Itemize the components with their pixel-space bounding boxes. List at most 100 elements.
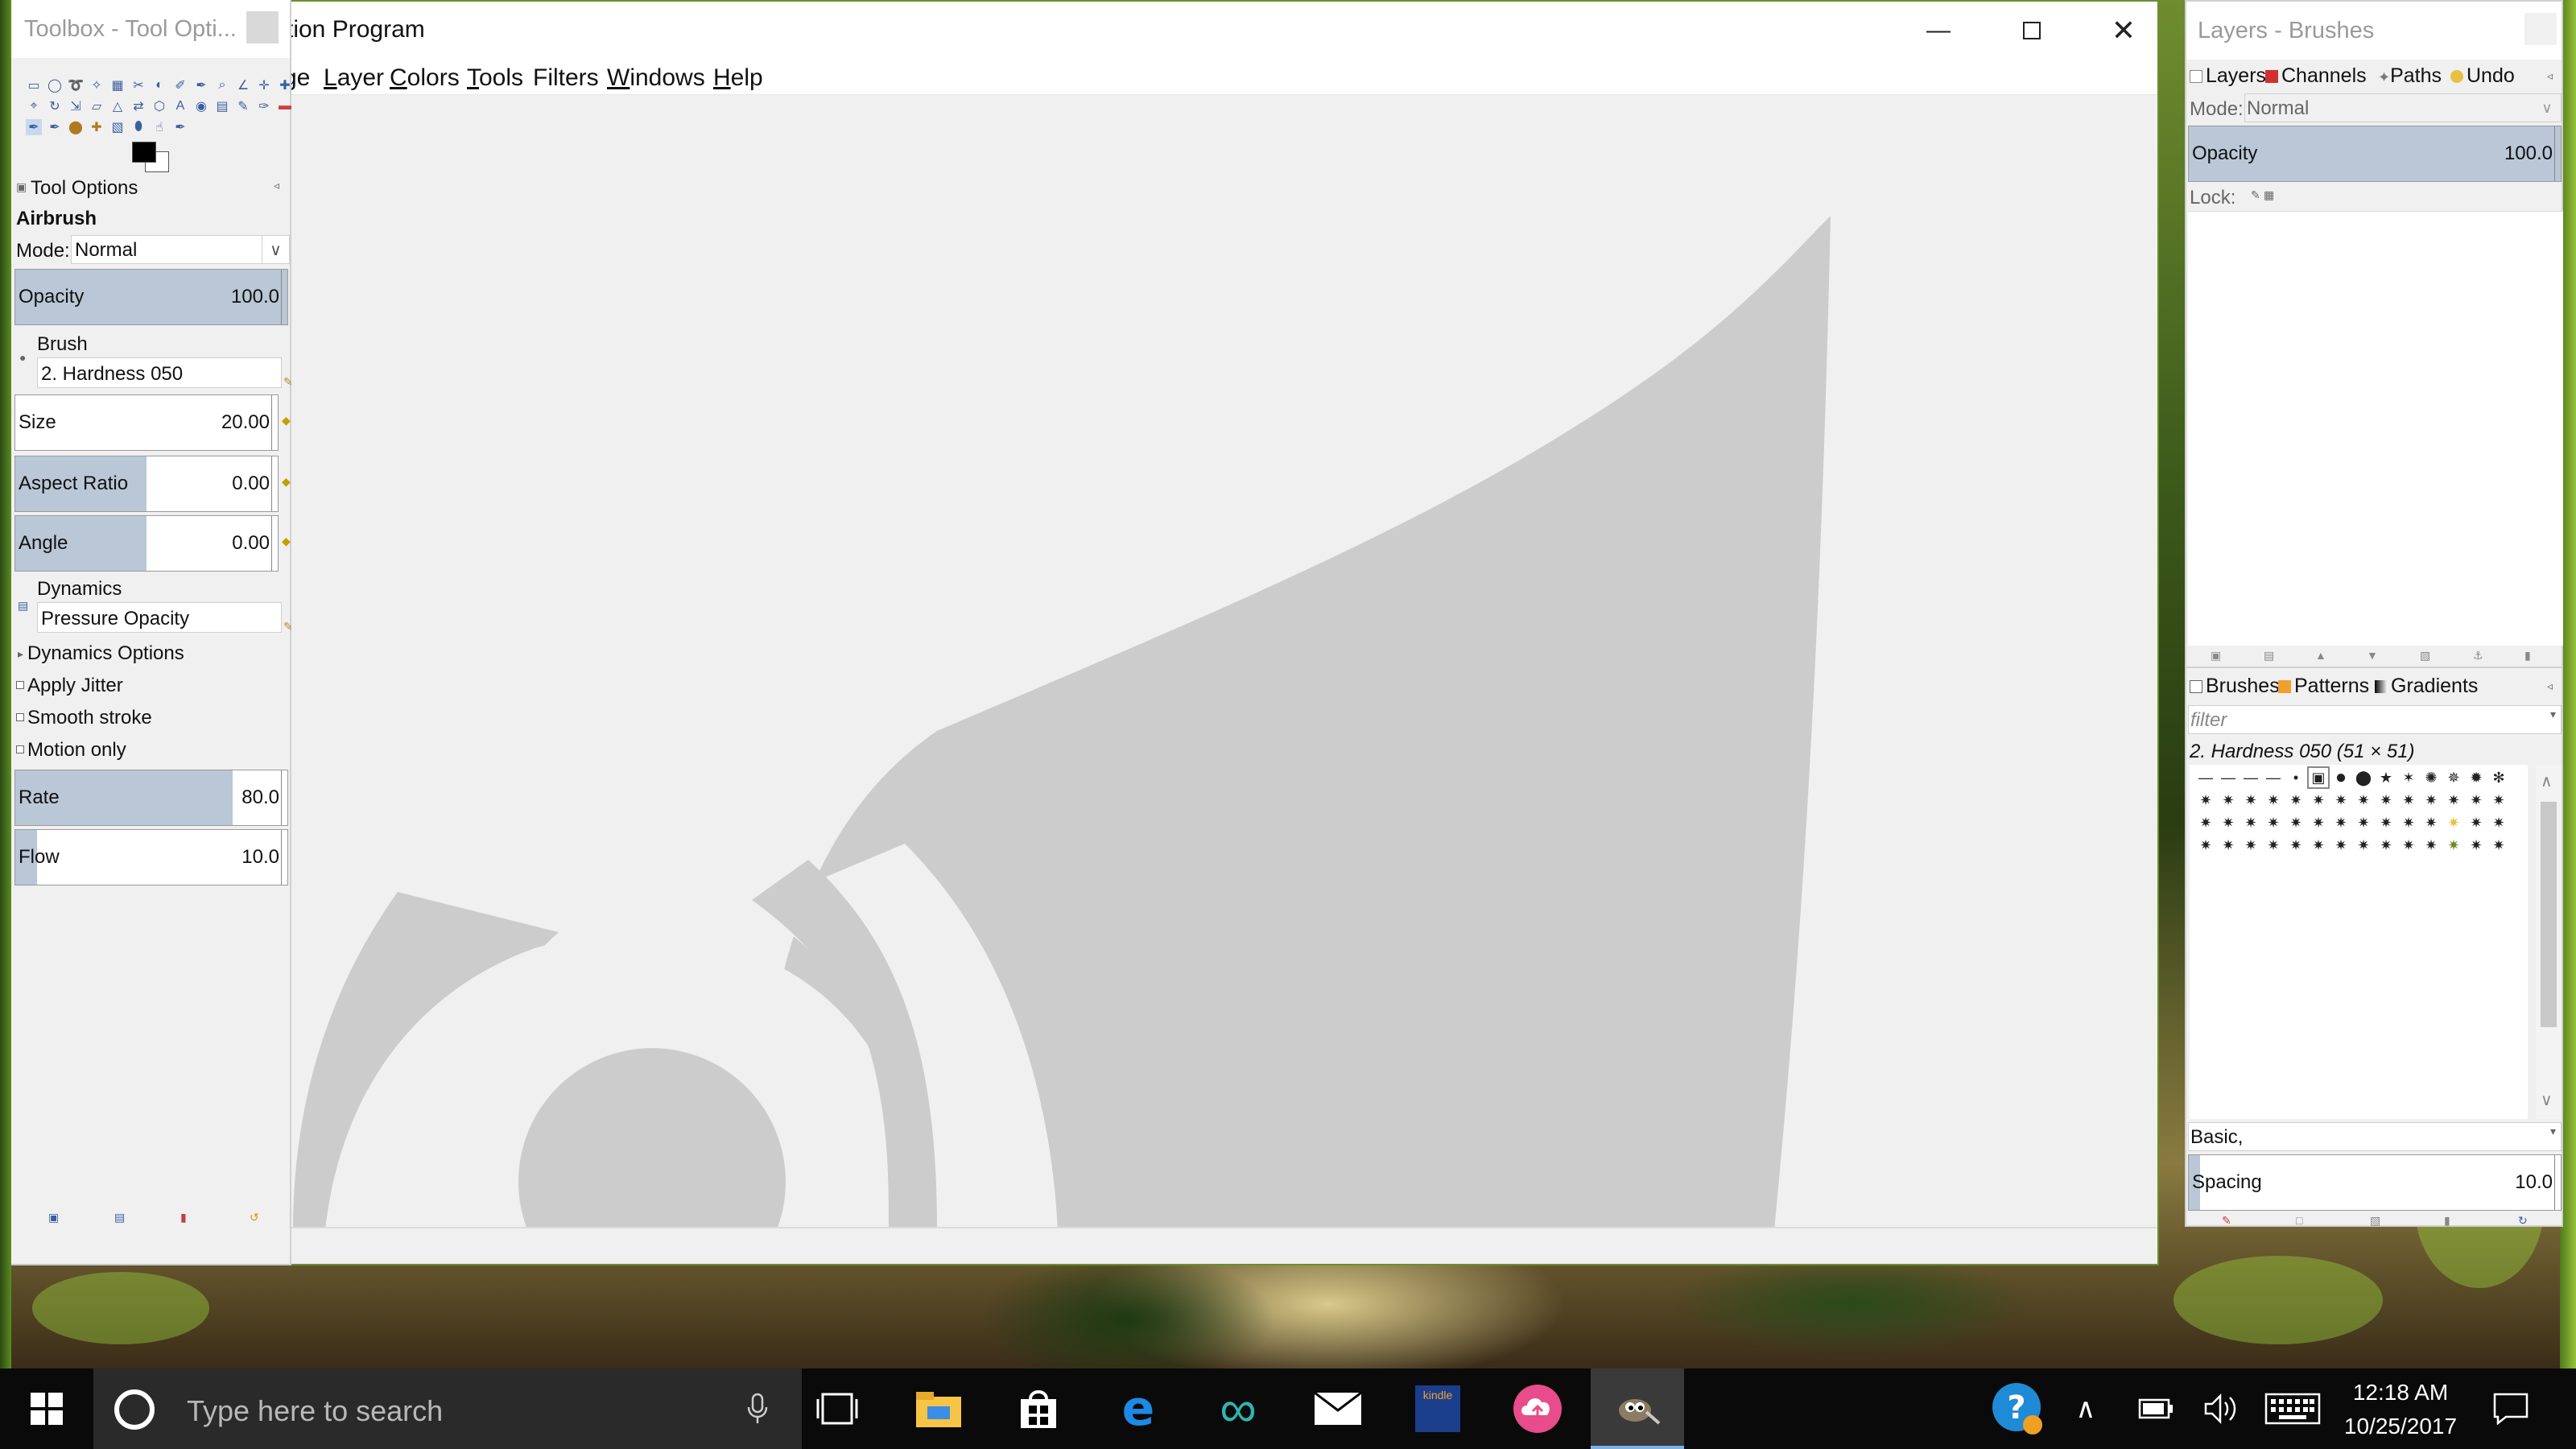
brush-thumbnail[interactable]: ● [2331, 766, 2351, 788]
chevron-down-icon[interactable]: ∨ [2541, 1090, 2553, 1110]
brush-thumbnail[interactable]: ✷ [2219, 791, 2238, 810]
brush-thumbnail[interactable]: ✻ [2489, 768, 2508, 787]
smooth-stroke-checkbox[interactable] [16, 713, 24, 721]
menu-layer[interactable]: Layer [324, 64, 384, 92]
edge-browser-button[interactable]: e [1092, 1368, 1185, 1449]
clock-time[interactable]: 12:18 AM [2320, 1380, 2481, 1406]
restore-options-icon[interactable]: ▤ [114, 1211, 125, 1224]
heal-icon[interactable]: ✚ [89, 119, 105, 135]
layer-opacity-spinner[interactable] [2554, 126, 2561, 181]
brush-thumbnail[interactable]: ✷ [2264, 813, 2283, 832]
brush-thumbnail[interactable]: ✷ [2286, 791, 2306, 810]
tab-menu-icon[interactable]: ◃ [2547, 679, 2553, 693]
clock-date[interactable]: 10/25/2017 [2320, 1414, 2481, 1439]
brush-thumbnail[interactable]: ✷ [2354, 813, 2373, 832]
scale-icon[interactable]: ⇲ [68, 98, 84, 114]
fuzzy-select-icon[interactable]: ✧ [89, 77, 105, 93]
perspective-clone-icon[interactable]: ▧ [109, 119, 126, 135]
brush-tag-input[interactable]: Basic, ▾ [2188, 1122, 2562, 1151]
microphone-icon[interactable] [745, 1393, 770, 1425]
tab-channels[interactable]: Channels [2265, 64, 2367, 88]
bucket-fill-icon[interactable]: ◉ [193, 98, 209, 114]
save-options-icon[interactable]: ▣ [48, 1211, 59, 1224]
empty-canvas-area[interactable] [293, 95, 2157, 1228]
toolbox-titlebar[interactable]: Toolbox - Tool Opti... [11, 0, 290, 58]
free-select-icon[interactable]: ➰ [68, 77, 84, 93]
brush-thumbnail[interactable]: ✷ [2489, 791, 2508, 810]
move-icon[interactable]: ✛ [256, 77, 272, 93]
image-window-titlebar[interactable]: tion Program — ✕ [13, 2, 2157, 60]
zoom-icon[interactable]: ⌕ [214, 77, 230, 93]
mode-select[interactable]: Normal ∨ [71, 235, 290, 264]
ellipse-select-icon[interactable]: ◯ [47, 77, 63, 93]
brush-spacing-slider[interactable]: Spacing 10.0 [2188, 1154, 2562, 1211]
edit-brush-icon[interactable]: ✎ [2222, 1214, 2231, 1228]
brush-thumbnail[interactable]: ✷ [2241, 836, 2260, 855]
brush-thumbnail[interactable]: ✷ [2331, 836, 2351, 855]
brush-thumbnail[interactable]: ✷ [2444, 813, 2463, 832]
brush-field[interactable]: 2. Hardness 050 [37, 357, 282, 388]
toolbox-close-button[interactable] [246, 11, 279, 43]
battery-button[interactable] [2120, 1368, 2193, 1449]
airbrush-icon[interactable]: ✒ [26, 119, 42, 135]
layers-dock-titlebar[interactable]: Layers - Brushes [2186, 2, 2562, 60]
brush-thumbnail[interactable]: ✷ [2196, 791, 2215, 810]
motion-only-label[interactable]: Motion only [27, 739, 126, 762]
brush-thumbnail[interactable]: ✷ [2241, 791, 2260, 810]
brush-grid[interactable]: — — — — • ▣ ● ⬤ ★ ✶ ✺ ✵ ✹ ✻ ✷ ✷ ✷ ✷ ✷ ✷ ✷ ✷ ✷ ✷ ✷ ✷ ✷ ✷ ✷ ✷ ✷ ✷ ✷ ✷ ✷ ✷ ✷ ✷ ✷ ✷… [2190, 765, 2528, 1119]
reset-options-icon[interactable]: ↺ [250, 1211, 259, 1224]
paintbrush-icon[interactable]: ✑ [256, 98, 272, 114]
blur-icon[interactable]: ⬮ [130, 119, 147, 135]
rotate-icon[interactable]: ↻ [47, 98, 63, 114]
layer-opacity-slider[interactable]: Opacity 100.0 [2188, 126, 2562, 182]
brush-thumbnail[interactable]: ✷ [2354, 791, 2373, 810]
brush-thumbnail[interactable]: ✷ [2241, 813, 2260, 832]
eraser-icon[interactable]: ▬ [277, 98, 293, 114]
arduino-button[interactable]: ∞ [1191, 1368, 1285, 1449]
layers-dock-close-button[interactable] [2524, 13, 2557, 45]
brush-thumbnail[interactable]: ✷ [2421, 791, 2441, 810]
aspect-ratio-spinner[interactable] [271, 456, 278, 511]
opacity-spinner[interactable] [281, 270, 287, 324]
brush-thumbnail[interactable]: ✷ [2331, 791, 2351, 810]
tab-gradients[interactable]: Gradients [2375, 675, 2478, 698]
action-center-button[interactable] [2467, 1368, 2555, 1449]
search-box[interactable]: Type here to search [93, 1368, 802, 1449]
brush-thumbnail[interactable]: ✷ [2196, 813, 2215, 832]
ink-icon[interactable]: ✒ [47, 119, 63, 135]
color-picker-icon[interactable]: ✒ [193, 77, 209, 93]
new-layer-group-icon[interactable]: ▤ [2264, 649, 2274, 663]
kindle-button[interactable]: kindle [1391, 1368, 1484, 1449]
brush-thumbnail[interactable]: ✷ [2444, 791, 2463, 810]
brush-thumbnail[interactable]: — [2196, 768, 2215, 787]
lock-pixels-icon[interactable]: ✎ [2251, 188, 2260, 202]
brush-thumbnail[interactable]: ✷ [2399, 836, 2418, 855]
brush-thumbnail[interactable]: — [2219, 768, 2238, 787]
brush-thumbnail[interactable]: ✵ [2444, 768, 2463, 787]
delete-layer-icon[interactable]: ▮ [2524, 649, 2531, 663]
rate-spinner[interactable] [281, 770, 287, 825]
brush-thumbnail[interactable]: ✷ [2196, 836, 2215, 855]
show-hidden-icons-button[interactable]: ∧ [2050, 1368, 2122, 1449]
chevron-up-icon[interactable]: ∧ [2541, 771, 2553, 791]
reset-aspect-icon[interactable]: ◆ [282, 475, 291, 489]
brush-thumbnail[interactable]: ✷ [2376, 791, 2396, 810]
smooth-stroke-label[interactable]: Smooth stroke [27, 707, 152, 729]
brush-scrollbar[interactable]: ∧ ∨ [2536, 765, 2562, 1119]
expander-icon[interactable]: ▸ [18, 647, 23, 661]
brush-thumbnail[interactable]: ✷ [2399, 813, 2418, 832]
brush-thumbnail[interactable]: ✷ [2286, 836, 2306, 855]
rate-slider[interactable]: Rate 80.0 [14, 770, 288, 826]
brush-thumbnail[interactable]: ✷ [2467, 813, 2486, 832]
brush-preview-icon[interactable]: ● [19, 351, 26, 364]
raise-layer-icon[interactable]: ▲ [2315, 649, 2326, 662]
brush-thumbnail[interactable]: ✷ [2467, 836, 2486, 855]
new-layer-icon[interactable]: ▣ [2211, 649, 2221, 663]
pencil-icon[interactable]: ✎ [235, 98, 251, 114]
size-slider[interactable]: Size 20.00 [14, 394, 279, 451]
edit-dynamics-icon[interactable]: ✎ [283, 620, 293, 634]
clone-icon[interactable]: ⬤ [68, 119, 84, 135]
brush-thumbnail[interactable]: ✷ [2264, 836, 2283, 855]
dynamics-field[interactable]: Pressure Opacity [37, 602, 282, 633]
align-icon[interactable]: ✚ [277, 77, 293, 93]
